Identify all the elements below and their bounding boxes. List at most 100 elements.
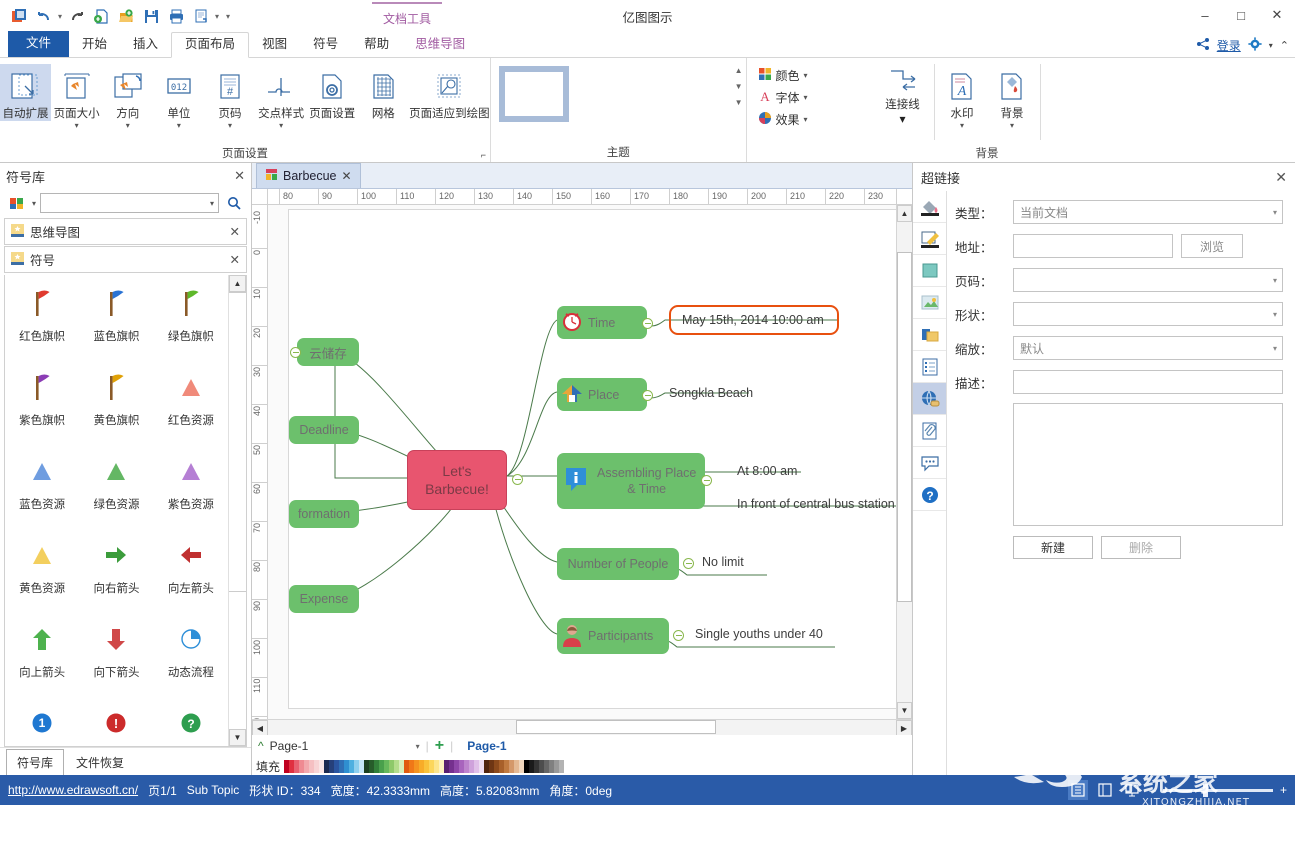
theme-scroll-down-icon[interactable]: ▼ — [735, 82, 743, 91]
edraw-website-link[interactable]: http://www.edrawsoft.cn/ — [8, 783, 138, 797]
zoom-in-button[interactable]: + — [1280, 783, 1287, 797]
mindmap-leaf-participants[interactable]: Single youths under 40 — [695, 627, 823, 641]
zoom-slider[interactable] — [1162, 783, 1273, 797]
ribbon-tab-home[interactable]: 开始 — [69, 33, 120, 57]
open-icon[interactable] — [115, 5, 137, 27]
delete-hyperlink-button[interactable]: 删除 — [1101, 536, 1181, 559]
symbol-item[interactable]: 蓝色资源 — [5, 449, 79, 533]
ribbon-button-fit-page-to-drawing[interactable]: 页面适应到绘图 — [409, 64, 490, 121]
zoom-select[interactable]: 默认 ▾ — [1013, 336, 1283, 360]
shadow-icon[interactable] — [913, 255, 946, 287]
collapse-icon[interactable] — [642, 390, 653, 401]
ribbon-button-page-number[interactable]: # 页码 ▾ — [204, 64, 255, 131]
chevron-down-icon[interactable]: ▾ — [228, 121, 232, 131]
chevron-down-icon[interactable]: ▾ — [960, 121, 964, 131]
fill-icon[interactable] — [913, 191, 946, 223]
collapse-ribbon-icon[interactable]: ⌃ — [1280, 39, 1289, 52]
library-chooser-icon[interactable] — [6, 193, 28, 213]
symbol-item[interactable]: 绿色旗帜 — [154, 281, 228, 365]
mindmap-leaf-assembling-time[interactable]: At 8:00 am — [737, 464, 797, 478]
export-icon[interactable] — [90, 5, 112, 27]
mindmap-node-place[interactable]: Place — [557, 378, 647, 411]
symbol-item[interactable]: 红色资源 — [154, 365, 228, 449]
attachment-icon[interactable] — [913, 415, 946, 447]
comment-icon[interactable] — [913, 447, 946, 479]
symbol-item[interactable]: 向下箭头 — [79, 617, 153, 701]
undo-icon[interactable] — [33, 5, 55, 27]
symbol-item[interactable]: 动态流程 — [154, 617, 228, 701]
hyperlink-icon[interactable] — [913, 383, 946, 415]
theme-swatch-white[interactable] — [499, 66, 569, 122]
theme-more-icon[interactable]: ▼ — [735, 98, 743, 107]
ribbon-button-page-settings[interactable]: 页面设置 — [307, 64, 358, 121]
color-swatches[interactable] — [284, 759, 565, 773]
symbol-item[interactable]: !感叹号 — [79, 701, 153, 746]
vertical-ruler[interactable]: -10 0 10 20 30 40 50 60 70 80 90 100 110… — [252, 205, 268, 719]
color-swatch[interactable] — [559, 759, 565, 773]
collapse-icon[interactable] — [673, 630, 684, 641]
minimize-button[interactable]: – — [1187, 0, 1223, 30]
scrollbar-thumb[interactable] — [897, 252, 912, 602]
login-link[interactable]: 登录 — [1217, 37, 1241, 54]
help-icon[interactable]: ? — [913, 479, 946, 511]
maximize-button[interactable]: □ — [1223, 0, 1259, 30]
mindmap-node-left[interactable]: formation — [289, 500, 359, 528]
symbol-item[interactable]: 紫色资源 — [154, 449, 228, 533]
ribbon-button-page-size[interactable]: 页面大小 ▾ — [51, 64, 102, 131]
qat-more-icon[interactable]: ▾ — [226, 12, 230, 21]
normal-view-icon[interactable] — [1068, 780, 1089, 800]
drawing-canvas[interactable]: 云储存 Deadline formation Expense Let's Bar… — [268, 205, 896, 719]
symbol-item[interactable]: 黄色旗帜 — [79, 365, 153, 449]
description-input[interactable] — [1013, 370, 1283, 394]
ribbon-button-unit[interactable]: 012 单位 ▾ — [153, 64, 204, 131]
collapse-icon[interactable] — [642, 318, 653, 329]
mindmap-node-participants[interactable]: Participants — [557, 618, 669, 654]
tab-symbol-library[interactable]: 符号库 — [6, 749, 65, 775]
theme-scroll-up-icon[interactable]: ▲ — [735, 66, 743, 75]
page-collapse-icon[interactable]: ^ — [258, 739, 264, 753]
mindmap-leaf-assembling-place[interactable]: In front of central bus station — [737, 497, 895, 511]
search-input[interactable]: ▾ — [40, 193, 219, 213]
chevron-down-icon[interactable]: ▾ — [177, 121, 181, 131]
scroll-up-icon[interactable]: ▲ — [897, 205, 912, 222]
ribbon-button-color[interactable]: 颜色 ▾ — [755, 64, 811, 86]
collapse-icon[interactable] — [512, 474, 523, 485]
type-select[interactable]: 当前文档 ▾ — [1013, 200, 1283, 224]
symbol-item[interactable]: 红色旗帜 — [5, 281, 79, 365]
library-group-symbol[interactable]: 符号 ✕ — [4, 246, 247, 273]
redo-icon[interactable] — [65, 5, 87, 27]
ribbon-tab-mindmap[interactable]: 思维导图 — [402, 33, 478, 57]
tab-file-recovery[interactable]: 文件恢复 — [66, 750, 134, 775]
chevron-down-icon[interactable]: ▾ — [279, 121, 283, 131]
ribbon-tab-file[interactable]: 文件 — [8, 31, 70, 57]
zoom-out-button[interactable]: – — [1149, 783, 1156, 797]
document-tools-tab[interactable]: 文档工具 — [372, 2, 442, 32]
ribbon-button-background[interactable]: 背景 ▾ — [989, 64, 1035, 131]
new-hyperlink-button[interactable]: 新建 — [1013, 536, 1093, 559]
chevron-down-icon[interactable]: ▾ — [1273, 344, 1277, 353]
chevron-down-icon[interactable]: ▾ — [804, 71, 808, 80]
symbol-item[interactable]: 向上箭头 — [5, 617, 79, 701]
collapse-icon[interactable] — [290, 347, 301, 358]
print-preview-icon[interactable] — [190, 5, 212, 27]
ribbon-button-font[interactable]: A 字体 ▾ — [755, 86, 811, 108]
undo-dropdown-icon[interactable]: ▾ — [58, 12, 62, 21]
chevron-down-icon[interactable]: ▾ — [1273, 208, 1277, 217]
document-tab-barbecue[interactable]: Barbecue ✕ — [256, 163, 361, 188]
share-icon[interactable] — [1196, 37, 1210, 54]
chevron-down-icon[interactable]: ▾ — [126, 121, 130, 131]
ribbon-button-auto-expand[interactable]: 自动扩展 — [0, 64, 52, 121]
collapse-icon[interactable] — [683, 558, 694, 569]
ribbon-tab-insert[interactable]: 插入 — [120, 33, 171, 57]
symbol-scrollbar[interactable]: ▲ ▼ — [228, 275, 246, 746]
zoom-slider-thumb[interactable] — [1202, 783, 1208, 797]
mindmap-leaf-number-of-people[interactable]: No limit — [702, 555, 744, 569]
gear-icon[interactable] — [1248, 37, 1262, 54]
ribbon-tab-view[interactable]: 视图 — [249, 33, 300, 57]
browse-button[interactable]: 浏览 — [1181, 234, 1243, 258]
symbol-item[interactable]: 1数字 — [5, 701, 79, 746]
chevron-down-icon[interactable]: ▾ — [899, 112, 905, 126]
scroll-down-icon[interactable]: ▼ — [229, 729, 246, 746]
close-icon[interactable]: ✕ — [1275, 169, 1287, 186]
line-icon[interactable] — [913, 223, 946, 255]
